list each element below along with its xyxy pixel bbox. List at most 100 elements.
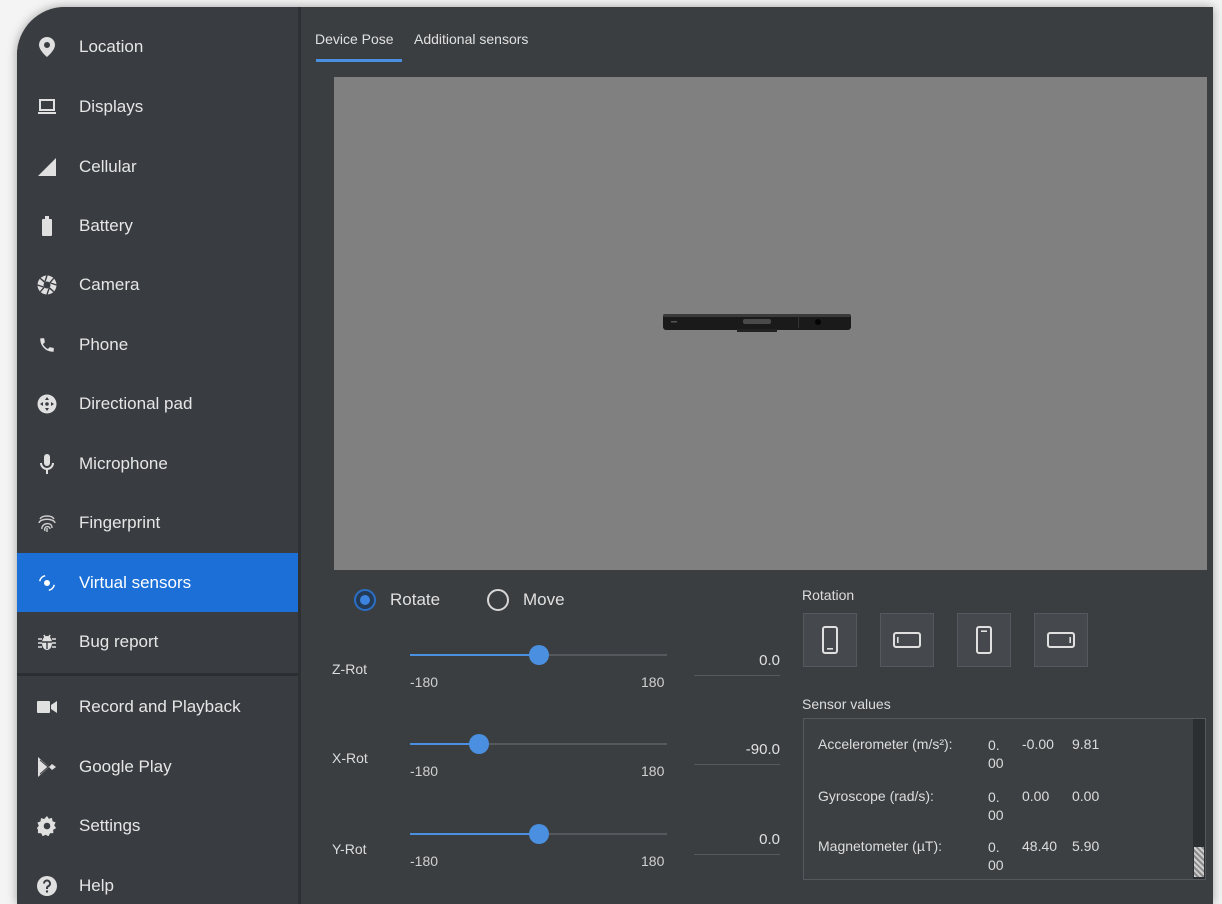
sidebar-item-microphone[interactable]: Microphone (17, 434, 298, 493)
sidebar-item-phone[interactable]: Phone (17, 315, 298, 374)
slider-fill (410, 654, 539, 656)
sidebar-item-location[interactable]: Location (17, 17, 298, 76)
sidebar-item-label: Camera (79, 274, 140, 294)
move-radio-label: Move (523, 590, 565, 609)
sensor-value-x-part: 00 (988, 857, 1004, 873)
device-pose-viewport[interactable] (334, 77, 1207, 570)
y-rot-value-field[interactable]: 0.0 (694, 825, 780, 855)
virtual-sensors-icon (37, 573, 57, 593)
y-rot-slider[interactable] (410, 824, 667, 844)
sensor-value-y: 48.40 (1022, 838, 1058, 854)
y-rot-label: Y-Rot (332, 841, 367, 857)
bug-icon (37, 632, 57, 652)
sidebar-item-label: Battery (79, 215, 133, 235)
x-rot-max-label: 180 (641, 763, 665, 779)
rotate-radio[interactable]: Rotate (354, 589, 440, 611)
rotate-reverse-portrait-button[interactable] (957, 613, 1011, 667)
battery-icon (37, 215, 57, 236)
dpad-icon (37, 394, 57, 414)
sidebar-item-fingerprint[interactable]: Fingerprint (17, 493, 298, 552)
rotate-radio-label: Rotate (390, 590, 441, 609)
sidebar-item-label: Bug report (79, 631, 159, 651)
x-rot-slider-thumb[interactable] (469, 734, 490, 754)
tab-additional-sensors[interactable]: Additional sensors (414, 31, 528, 47)
sensor-name: Magnetometer (µT): (818, 838, 942, 854)
x-rot-min-label: -180 (410, 763, 439, 779)
sensor-value-x-part: 0. (988, 839, 1000, 855)
rotate-landscape-button[interactable] (880, 613, 934, 667)
slider-fill (410, 833, 539, 835)
z-rot-label: Z-Rot (332, 661, 367, 677)
gear-icon (37, 815, 57, 836)
z-rot-value-field[interactable]: 0.0 (694, 646, 780, 676)
cellular-signal-icon (37, 157, 57, 177)
rotate-reverse-landscape-button[interactable] (1034, 613, 1088, 667)
sidebar-item-cellular[interactable]: Cellular (17, 137, 298, 196)
sidebar-item-directional-pad[interactable]: Directional pad (17, 374, 298, 433)
sidebar-item-label: Displays (79, 96, 144, 116)
camera-aperture-icon (37, 274, 57, 295)
extended-controls-window: Location Displays Cellular Battery Camer… (17, 7, 1213, 904)
x-rot-value-field[interactable]: -90.0 (694, 735, 780, 765)
google-play-icon (37, 756, 57, 777)
sensor-value-z: 5.90 (1072, 838, 1100, 854)
sidebar-item-help[interactable]: Help (17, 856, 298, 904)
fingerprint-icon (37, 513, 57, 533)
reverse-landscape-icon (1047, 632, 1075, 648)
landscape-icon (893, 632, 921, 648)
sidebar-item-record-and-playback[interactable]: Record and Playback (17, 677, 298, 736)
move-radio[interactable]: Move (487, 589, 565, 611)
sensor-values-scrollbar[interactable] (1193, 719, 1205, 879)
x-rot-slider[interactable] (410, 734, 667, 754)
sidebar-item-label: Help (79, 875, 114, 895)
z-rot-slider-thumb[interactable] (528, 645, 549, 665)
sensor-value-x-part: 0. (988, 789, 1000, 805)
sidebar-item-label: Microphone (79, 453, 168, 473)
sensor-value-z: 0.00 (1072, 788, 1100, 804)
sidebar-item-virtual-sensors[interactable]: Virtual sensors (17, 553, 298, 612)
sensor-name: Gyroscope (rad/s): (818, 788, 934, 804)
y-rot-slider-thumb[interactable] (528, 824, 549, 844)
y-rot-min-label: -180 (410, 853, 439, 869)
sidebar-item-google-play[interactable]: Google Play (17, 737, 298, 796)
active-tab-indicator (316, 59, 402, 62)
sensor-value-x: 0. 00 (988, 838, 1008, 874)
sidebar-item-label: Settings (79, 815, 141, 835)
sidebar-item-label: Record and Playback (79, 696, 241, 716)
portrait-icon (822, 626, 838, 654)
sidebar-item-displays[interactable]: Displays (17, 77, 298, 136)
sidebar-item-label: Fingerprint (79, 512, 161, 532)
sidebar-item-label: Location (79, 36, 144, 56)
reverse-portrait-icon (976, 626, 992, 654)
sensor-value-y: -0.00 (1022, 736, 1054, 752)
sidebar-item-settings[interactable]: Settings (17, 796, 298, 855)
sidebar: Location Displays Cellular Battery Camer… (17, 7, 298, 904)
sidebar-item-label: Virtual sensors (79, 572, 192, 592)
rotation-label: Rotation (802, 587, 855, 603)
help-icon (37, 875, 57, 896)
sidebar-item-label: Directional pad (79, 393, 193, 413)
rotate-portrait-button[interactable] (803, 613, 857, 667)
z-rot-slider[interactable] (410, 645, 667, 665)
x-rot-label: X-Rot (332, 750, 368, 766)
sidebar-item-label: Phone (79, 334, 129, 354)
sidebar-item-bug-report[interactable]: Bug report (17, 612, 298, 671)
sensor-value-x: 0. 00 (988, 736, 1008, 772)
sensor-value-x-part: 00 (988, 807, 1004, 823)
location-pin-icon (37, 36, 57, 57)
main-panel: Device Pose Additional sensors Rotate Mo… (301, 7, 1213, 904)
sidebar-item-camera[interactable]: Camera (17, 255, 298, 314)
scrollbar-thumb[interactable] (1194, 847, 1204, 877)
device-model-image[interactable] (663, 312, 853, 332)
sensor-name: Accelerometer (m/s²): (818, 736, 953, 752)
tab-device-pose[interactable]: Device Pose (315, 31, 394, 47)
sidebar-item-label: Google Play (79, 756, 172, 776)
sensor-values-label: Sensor values (802, 696, 891, 712)
radio-unselected-indicator (487, 589, 509, 611)
microphone-icon (37, 453, 57, 474)
sensor-value-x-part: 00 (988, 755, 1004, 771)
video-camera-icon (37, 697, 57, 717)
radio-selected-indicator (354, 589, 376, 611)
sidebar-item-battery[interactable]: Battery (17, 196, 298, 255)
z-rot-min-label: -180 (410, 674, 439, 690)
